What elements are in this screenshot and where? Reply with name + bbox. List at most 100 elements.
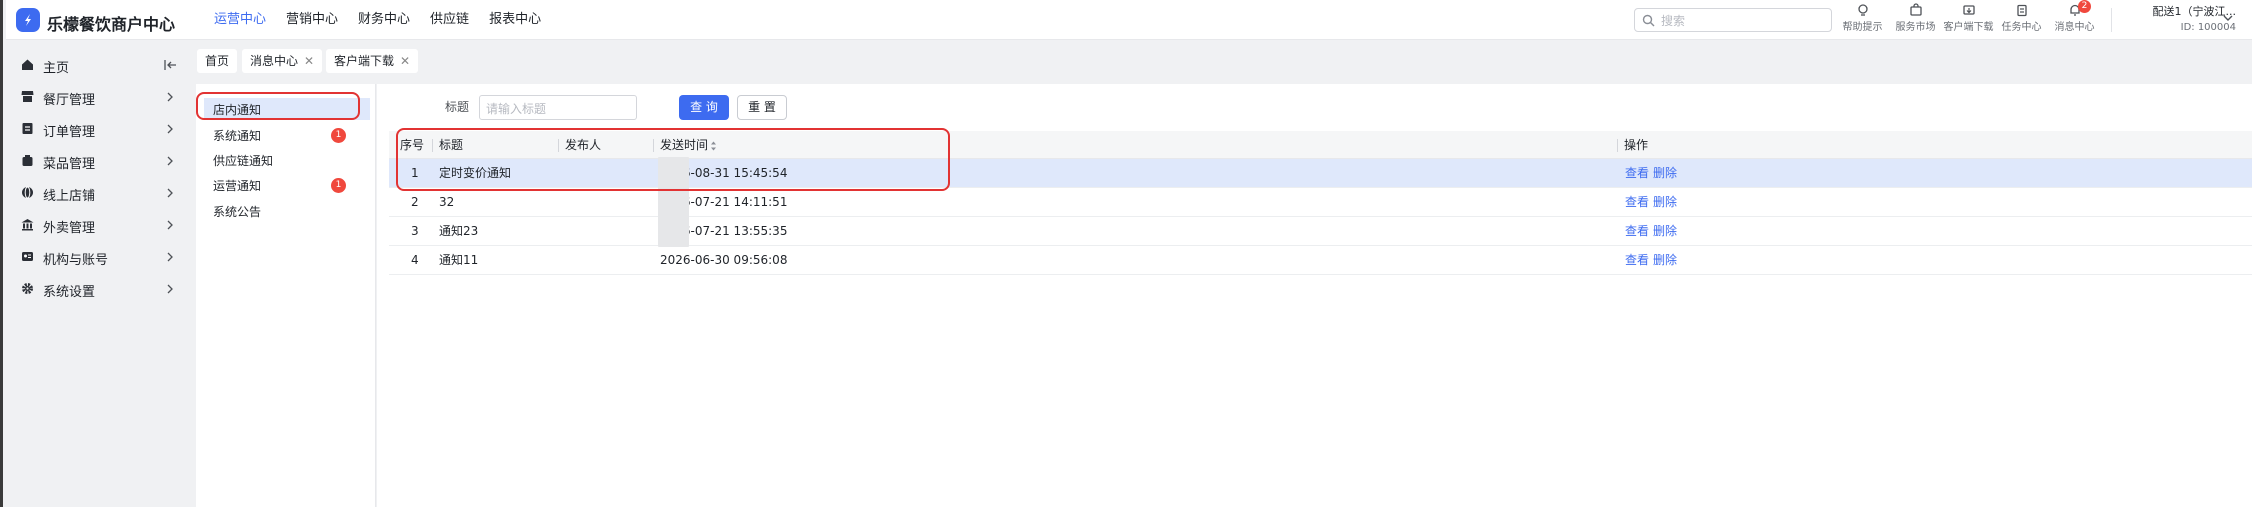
close-icon[interactable]: ✕ <box>304 54 314 68</box>
tool-market[interactable]: 服务市场 <box>1889 2 1942 36</box>
publisher-redaction <box>658 157 689 247</box>
account-name: 配送1（宁波江... <box>2152 5 2237 18</box>
tool-download[interactable]: 客户端下载 <box>1942 2 1995 36</box>
row-index: 4 <box>411 253 419 267</box>
sidebar-item-settings[interactable]: 系统设置 <box>6 274 187 304</box>
collapse-sidebar-icon[interactable] <box>164 59 178 71</box>
top-nav: 运营中心 营销中心 财务中心 供应链 报表中心 <box>204 0 551 40</box>
sidebar-item-label: 订单管理 <box>43 125 96 140</box>
globe-icon <box>22 186 33 199</box>
reset-button[interactable]: 重 置 <box>737 95 787 120</box>
search-input[interactable]: 搜索 <box>1634 8 1832 32</box>
tab-home[interactable]: 首页 <box>197 49 238 73</box>
col-index: 序号 <box>400 138 425 152</box>
category-system-announcement[interactable]: 系统公告 <box>204 200 370 222</box>
view-link[interactable]: 查看 <box>1625 159 1649 187</box>
chevron-right-icon <box>167 92 173 102</box>
sidebar-item-takeout[interactable]: 外卖管理 <box>6 210 187 240</box>
category-store-notice[interactable]: 店内通知 <box>204 98 370 120</box>
search-placeholder: 搜索 <box>1661 14 1686 28</box>
top-header: 乐檬餐饮商户中心 运营中心 营销中心 财务中心 供应链 报表中心 搜索 帮助提示… <box>6 0 2252 40</box>
view-link[interactable]: 查看 <box>1625 188 1649 216</box>
sort-icon[interactable] <box>710 141 717 151</box>
sidebar-item-label: 外卖管理 <box>43 221 96 236</box>
topnav-reports[interactable]: 报表中心 <box>479 0 551 40</box>
topnav-supply-chain[interactable]: 供应链 <box>420 0 479 40</box>
tab-label: 首页 <box>205 54 230 68</box>
sidebar-item-home[interactable]: 主页 <box>6 50 187 80</box>
tab-message-center[interactable]: 消息中心 ✕ <box>242 49 323 73</box>
category-label: 供应链通知 <box>213 154 274 168</box>
category-supply-chain-notice[interactable]: 供应链通知 <box>204 149 370 171</box>
account-switcher[interactable]: 配送1（宁波江... ID: 100004 <box>2126 3 2237 33</box>
page-tabs: 首页 消息中心 ✕ 客户端下载 ✕ <box>187 41 2252 83</box>
query-button[interactable]: 查 询 <box>679 95 729 120</box>
download-icon <box>1962 5 1975 15</box>
col-title: 标题 <box>439 138 464 152</box>
sidebar-item-dishes[interactable]: 菜品管理 <box>6 146 187 176</box>
delete-link[interactable]: 删除 <box>1653 188 1677 216</box>
sidebar-item-label: 系统设置 <box>43 285 96 300</box>
chevron-right-icon <box>167 284 173 294</box>
chevron-right-icon <box>167 124 173 134</box>
sidebar-item-label: 线上店铺 <box>43 189 96 204</box>
order-icon <box>22 123 33 134</box>
view-link[interactable]: 查看 <box>1625 246 1649 274</box>
message-count-badge: 2 <box>2078 0 2091 13</box>
chevron-down-icon[interactable] <box>2222 12 2234 24</box>
table-row[interactable]: 4 通知11 2026-06-30 09:56:08 查看 删除 <box>389 246 2252 275</box>
col-actions: 操作 <box>1624 138 1649 152</box>
tool-messages[interactable]: 2 消息中心 <box>2048 0 2101 36</box>
tool-help-label: 帮助提示 <box>1842 22 1883 33</box>
delete-link[interactable]: 删除 <box>1653 246 1677 274</box>
row-title: 通知23 <box>439 224 479 238</box>
table-header: 序号 标题 发布人 发送时间 操作 <box>389 131 2252 159</box>
chevron-right-icon <box>167 156 173 166</box>
title-filter-placeholder: 请输入标题 <box>486 102 547 116</box>
sidebar-item-label: 餐厅管理 <box>43 93 96 108</box>
col-sent-time[interactable]: 发送时间 <box>660 131 717 159</box>
sidebar-item-orders[interactable]: 订单管理 <box>6 114 187 144</box>
tab-client-download[interactable]: 客户端下载 ✕ <box>326 49 419 73</box>
col-publisher: 发布人 <box>565 138 602 152</box>
row-index: 3 <box>411 224 419 238</box>
sidebar-item-label: 机构与账号 <box>43 253 109 268</box>
delete-link[interactable]: 删除 <box>1653 217 1677 245</box>
sidebar-item-label: 菜品管理 <box>43 157 96 172</box>
clipboard-icon <box>2016 4 2027 17</box>
view-link[interactable]: 查看 <box>1625 217 1649 245</box>
sidebar-item-restaurant[interactable]: 餐厅管理 <box>6 82 187 112</box>
row-title: 定时变价通知 <box>439 166 512 180</box>
unread-badge: 1 <box>331 128 346 143</box>
app-window: 乐檬餐饮商户中心 运营中心 营销中心 财务中心 供应链 报表中心 搜索 帮助提示… <box>0 0 2252 507</box>
tool-download-label: 客户端下载 <box>1943 22 1994 33</box>
sidebar-item-label: 主页 <box>43 61 70 76</box>
brand-name: 乐檬餐饮商户中心 <box>47 15 176 34</box>
sidebar-item-online-store[interactable]: 线上店铺 <box>6 178 187 208</box>
tool-help[interactable]: 帮助提示 <box>1836 2 1889 36</box>
row-index: 2 <box>411 195 419 209</box>
category-operations-notice[interactable]: 运营通知 1 <box>204 174 370 196</box>
message-category-panel: 店内通知 系统通知 1 供应链通知 运营通知 1 系统公告 <box>196 84 376 507</box>
delete-link[interactable]: 删除 <box>1653 159 1677 187</box>
account-id: ID: 100004 <box>2180 22 2236 33</box>
topnav-finance[interactable]: 财务中心 <box>348 0 420 40</box>
category-label: 店内通知 <box>213 103 262 117</box>
tab-label: 客户端下载 <box>334 54 395 68</box>
row-title: 32 <box>439 195 455 209</box>
row-index: 1 <box>411 166 419 180</box>
column-divider <box>1617 139 1618 152</box>
close-icon[interactable]: ✕ <box>400 54 410 68</box>
title-filter-label: 标题 <box>445 100 470 114</box>
tool-tasks[interactable]: 任务中心 <box>1995 2 2048 36</box>
message-table: 序号 标题 发布人 发送时间 操作 1 定时变价通知 2026-08-31 15… <box>389 131 2252 275</box>
col-sent-time-label: 发送时间 <box>660 138 709 152</box>
category-label: 系统通知 <box>213 129 262 143</box>
category-system-notice[interactable]: 系统通知 1 <box>204 124 370 146</box>
topnav-marketing[interactable]: 营销中心 <box>276 0 348 40</box>
topnav-operations[interactable]: 运营中心 <box>204 0 276 40</box>
tab-label: 消息中心 <box>250 54 299 68</box>
tool-tasks-label: 任务中心 <box>2001 22 2042 33</box>
title-filter-input[interactable]: 请输入标题 <box>479 95 637 120</box>
sidebar-item-org-accounts[interactable]: 机构与账号 <box>6 242 187 272</box>
